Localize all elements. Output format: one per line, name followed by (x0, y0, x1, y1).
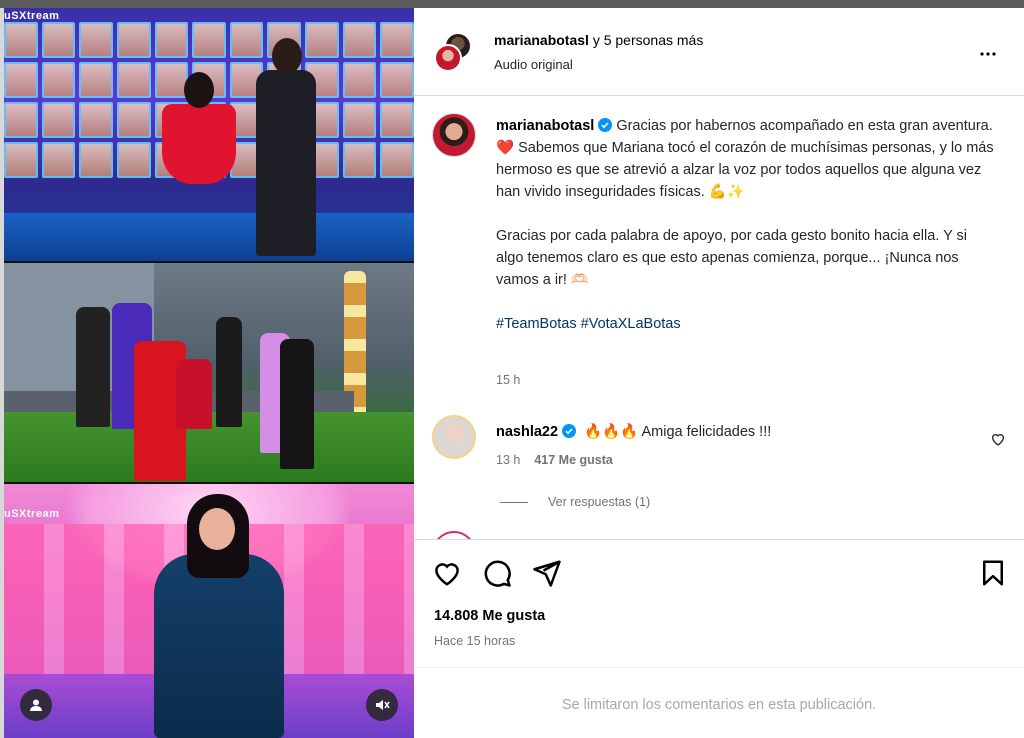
share-icon[interactable] (532, 558, 562, 588)
heart-icon[interactable] (990, 431, 1006, 447)
author-others[interactable]: y 5 personas más (589, 32, 704, 48)
stage-floor (4, 213, 414, 261)
likes-count[interactable]: 14.808 Me gusta (434, 608, 545, 624)
person-dark-suit (280, 339, 314, 469)
tagged-users-button[interactable] (20, 689, 52, 721)
comment-icon[interactable] (482, 558, 512, 588)
post-caption: marianabotasl Gracias por habernos acompa… (496, 115, 996, 357)
comment-avatar[interactable] (432, 415, 476, 459)
author-username[interactable]: marianabotasl (494, 32, 589, 48)
comment-time[interactable]: 13 h (496, 453, 520, 467)
post-actions: 14.808 Me gusta Hace 15 horas (414, 539, 1024, 667)
comment-meta: 13 h 417 Me gusta (496, 453, 613, 467)
more-options-icon[interactable] (976, 42, 1000, 66)
view-replies-label: Ver respuestas (1) (548, 495, 651, 509)
man-black-suit (256, 70, 316, 256)
man-head (272, 38, 302, 74)
post-authors[interactable]: marianabotasl y 5 personas más (494, 32, 703, 48)
mute-button[interactable] (366, 689, 398, 721)
watermark-top: uSXtream (4, 10, 60, 22)
person-red-dress (176, 359, 212, 429)
user-tag-icon (30, 699, 42, 711)
comments-limited-notice: Se limitaron los comentarios en esta pub… (414, 667, 1024, 738)
video-frame-2 (4, 263, 414, 482)
post-header: marianabotasl y 5 personas más Audio ori… (414, 8, 1024, 96)
watermark-bottom: uSXtream (4, 508, 60, 520)
verified-icon (598, 118, 613, 132)
comments-section: marianabotasl Gracias por habernos acompa… (414, 97, 1024, 539)
caption-paragraph-1: marianabotasl Gracias por habernos acompa… (496, 115, 996, 203)
caption-username[interactable]: marianabotasl (496, 118, 594, 134)
video-frame-3: uSXtream (4, 484, 414, 738)
heart-icon[interactable] (432, 558, 462, 588)
audio-label[interactable]: Audio original (494, 57, 573, 72)
caption-timestamp[interactable]: 15 h (496, 373, 520, 387)
mute-icon (376, 700, 390, 710)
person-suit (76, 307, 110, 427)
caption-paragraph-2: Gracias por cada palabra de apoyo, por c… (496, 228, 968, 288)
caption-hashtags[interactable]: #TeamBotas #VotaXLaBotas (496, 313, 996, 335)
video-frame-1: uSXtream (4, 8, 414, 261)
avatar (434, 44, 462, 72)
browser-top-bar (0, 0, 1024, 8)
collab-avatars[interactable] (434, 32, 474, 72)
next-comment-avatar[interactable] (432, 531, 476, 539)
comment-body: 🔥🔥🔥 Amiga felicidades !!! (580, 424, 772, 440)
comment-text: nashla22 🔥🔥🔥 Amiga felicidades !!! (496, 423, 771, 440)
save-icon[interactable] (978, 558, 1008, 588)
view-replies-button[interactable]: Ver respuestas (1) (500, 495, 650, 509)
woman-red-dress (162, 104, 236, 184)
comment-username[interactable]: nashla22 (496, 424, 558, 440)
post-media-video[interactable]: uSXtream uSXtream (0, 8, 414, 738)
post-timestamp[interactable]: Hace 15 horas (434, 634, 515, 648)
woman-head (184, 72, 214, 108)
verified-icon (562, 424, 577, 438)
caption-author-avatar[interactable] (432, 113, 476, 157)
post-details-panel: marianabotasl y 5 personas más Audio ori… (414, 8, 1024, 738)
replies-line (500, 501, 528, 503)
woman-face (199, 508, 235, 550)
comment-likes[interactable]: 417 Me gusta (534, 453, 613, 467)
person-black (216, 317, 242, 427)
woman-sequin-dress (154, 554, 284, 738)
